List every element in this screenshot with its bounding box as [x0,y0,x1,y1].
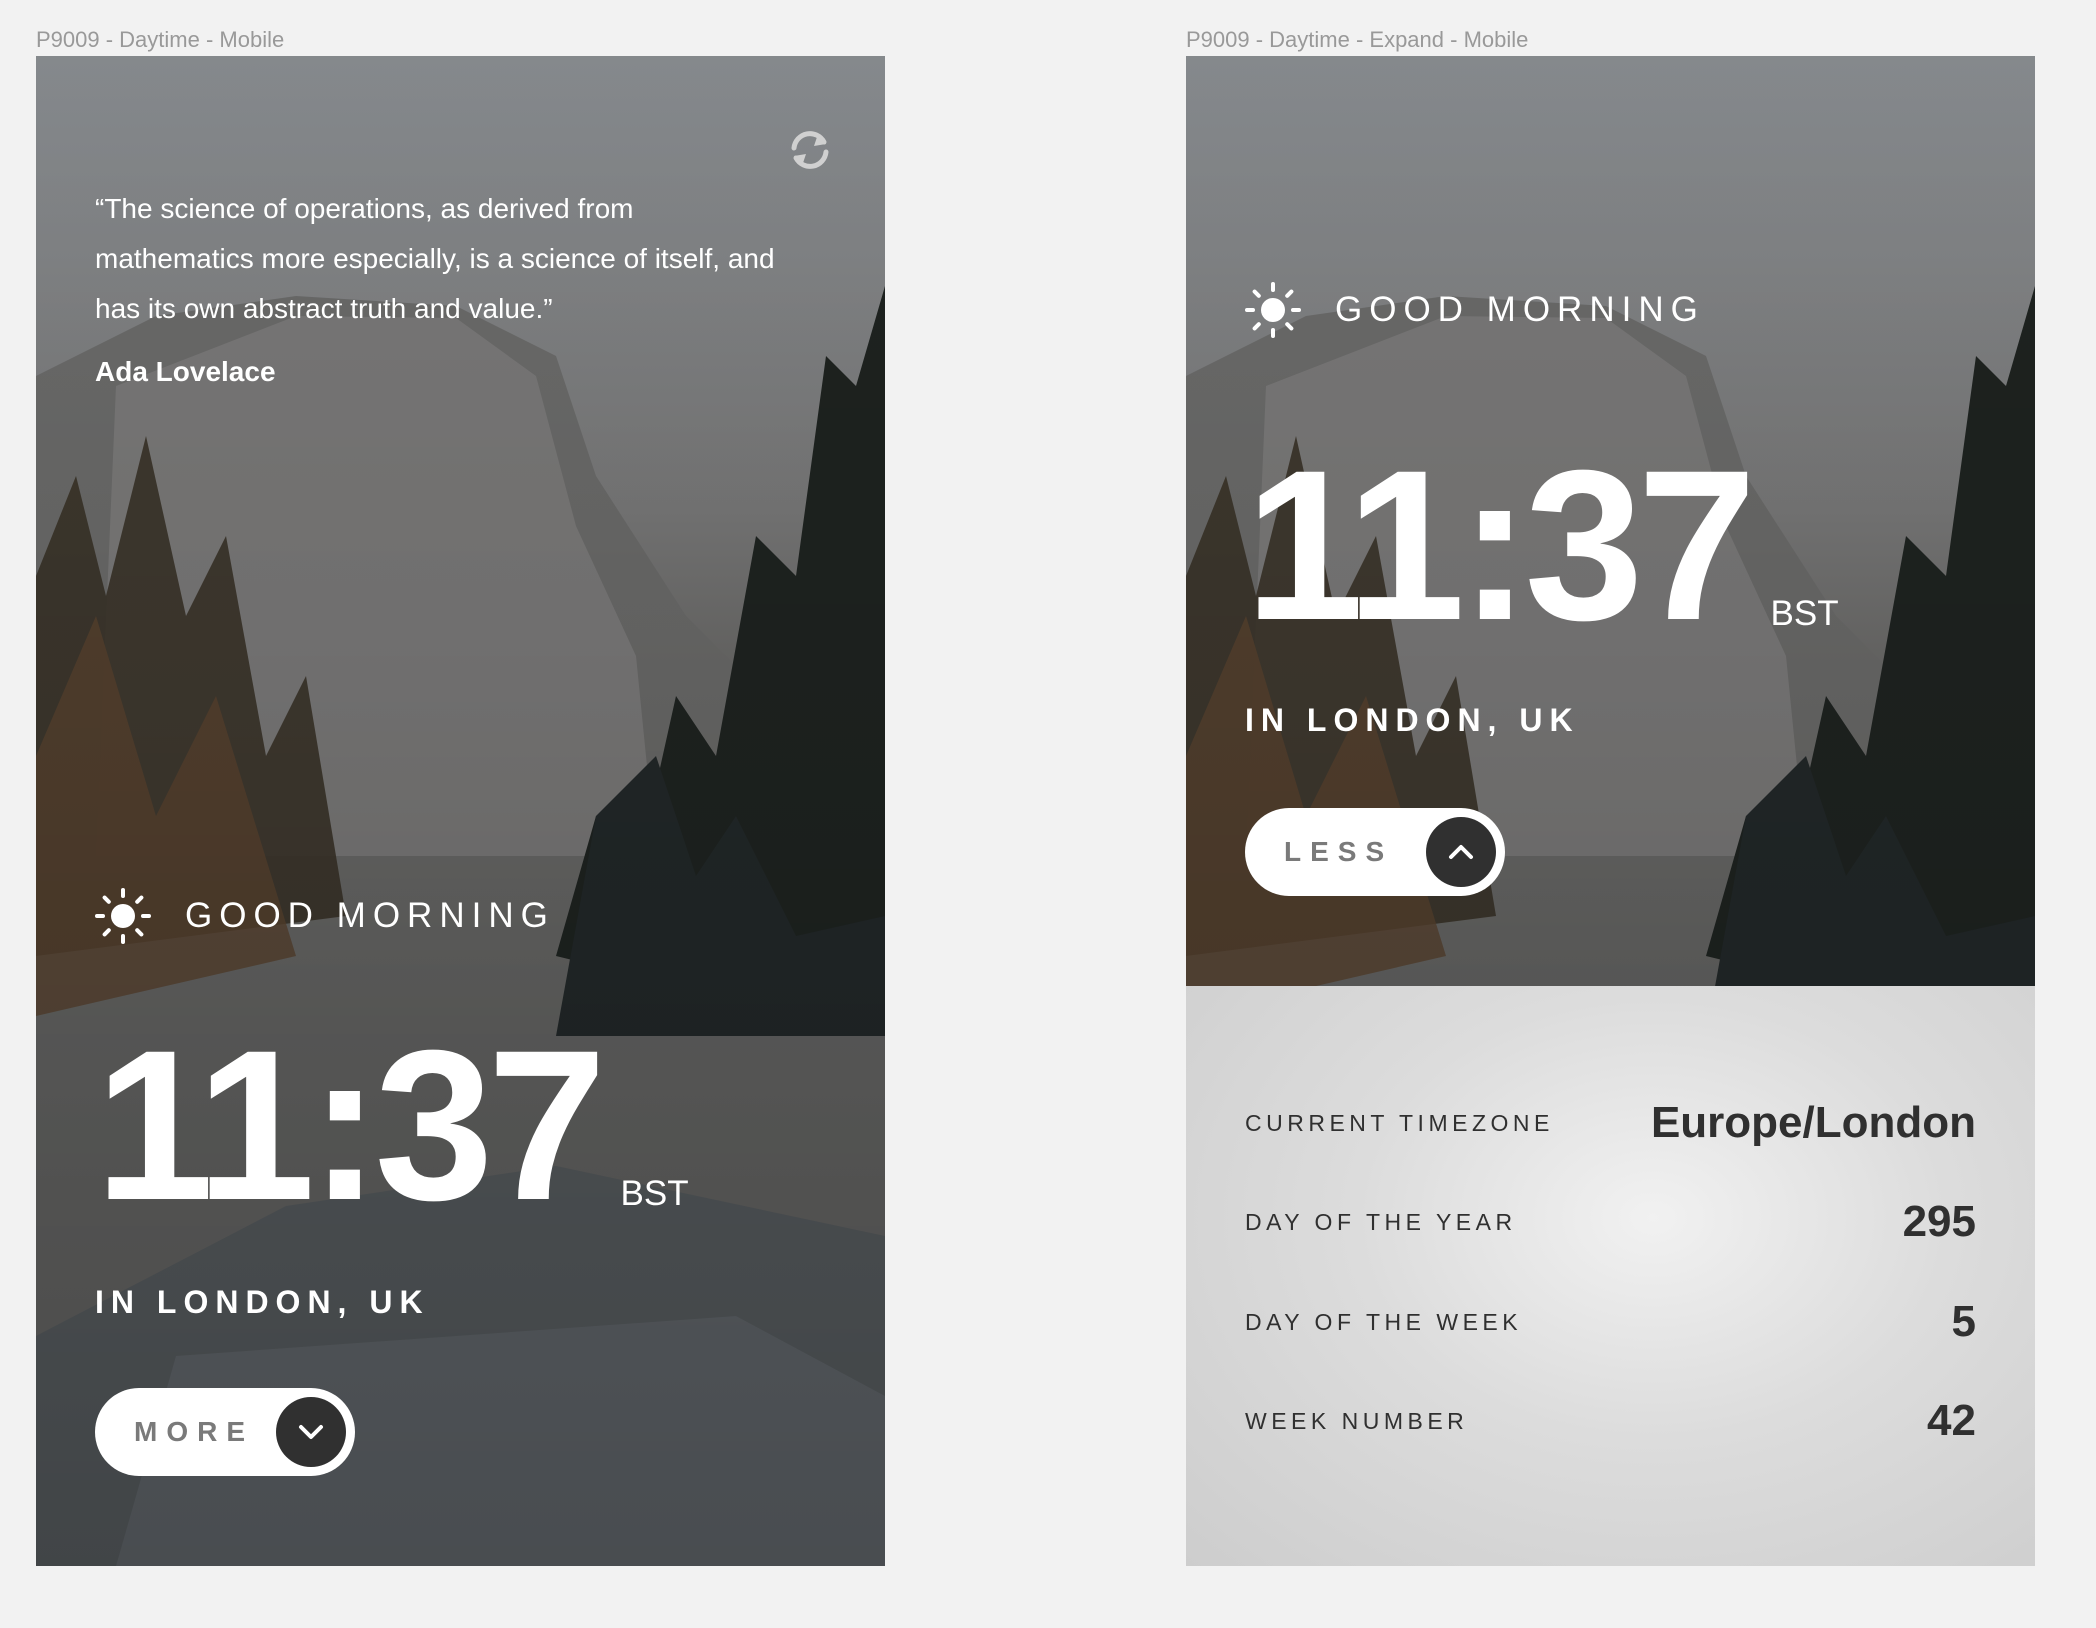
less-button[interactable]: LESS [1245,808,1505,896]
detail-value: Europe/London [1650,1098,1976,1147]
quote-text: “The science of operations, as derived f… [95,193,775,324]
timezone-abbreviation: BST [1770,594,1839,633]
chevron-up-icon [1426,817,1496,887]
less-button-label: LESS [1284,836,1394,867]
location-text: IN LONDON, UK [95,1284,430,1320]
detail-label: CURRENT TIMEZONE [1245,1109,1554,1136]
detail-label: WEEK NUMBER [1245,1407,1469,1434]
detail-value: 295 [1902,1197,1976,1246]
frame-daytime-expand-mobile: GOOD MORNING 11:37 BST IN LONDON, UK LES… [1186,56,2035,1566]
detail-label: DAY OF THE WEEK [1245,1308,1523,1335]
location-text: IN LONDON, UK [1245,702,1580,738]
detail-label: DAY OF THE YEAR [1245,1208,1517,1235]
detail-row-current-timezone: CURRENT TIMEZONE Europe/London [1245,1098,1976,1148]
detail-value: 42 [1927,1396,1976,1445]
details-panel: CURRENT TIMEZONE Europe/London DAY OF TH… [1186,986,2035,1566]
quote-author: Ada Lovelace [95,356,276,387]
sun-icon [1245,282,1301,338]
greeting-row: GOOD MORNING [95,888,555,944]
timezone-abbreviation: BST [620,1174,689,1213]
time-row: 11:37 BST [95,1006,689,1245]
greeting-row: GOOD MORNING [1245,282,1705,338]
more-button[interactable]: MORE [95,1388,355,1476]
more-button-label: MORE [134,1416,254,1447]
refresh-icon[interactable] [786,126,834,174]
greeting-text: GOOD MORNING [185,896,555,935]
time-row: 11:37 BST [1245,426,1839,665]
time-display: 11:37 [95,1006,607,1245]
frame-label-daytime: P9009 - Daytime - Mobile [36,27,285,52]
greeting-text: GOOD MORNING [1335,290,1705,329]
frame-label-daytime-expand: P9009 - Daytime - Expand - Mobile [1186,27,1529,52]
detail-row-day-of-year: DAY OF THE YEAR 295 [1245,1197,1976,1247]
frame-daytime-mobile: “The science of operations, as derived f… [36,56,885,1566]
detail-row-week-number: WEEK NUMBER 42 [1245,1396,1976,1446]
sun-icon [95,888,151,944]
time-display: 11:37 [1245,426,1757,665]
detail-value: 5 [1951,1297,1976,1346]
detail-row-day-of-week: DAY OF THE WEEK 5 [1245,1297,1976,1347]
chevron-down-icon [276,1397,346,1467]
